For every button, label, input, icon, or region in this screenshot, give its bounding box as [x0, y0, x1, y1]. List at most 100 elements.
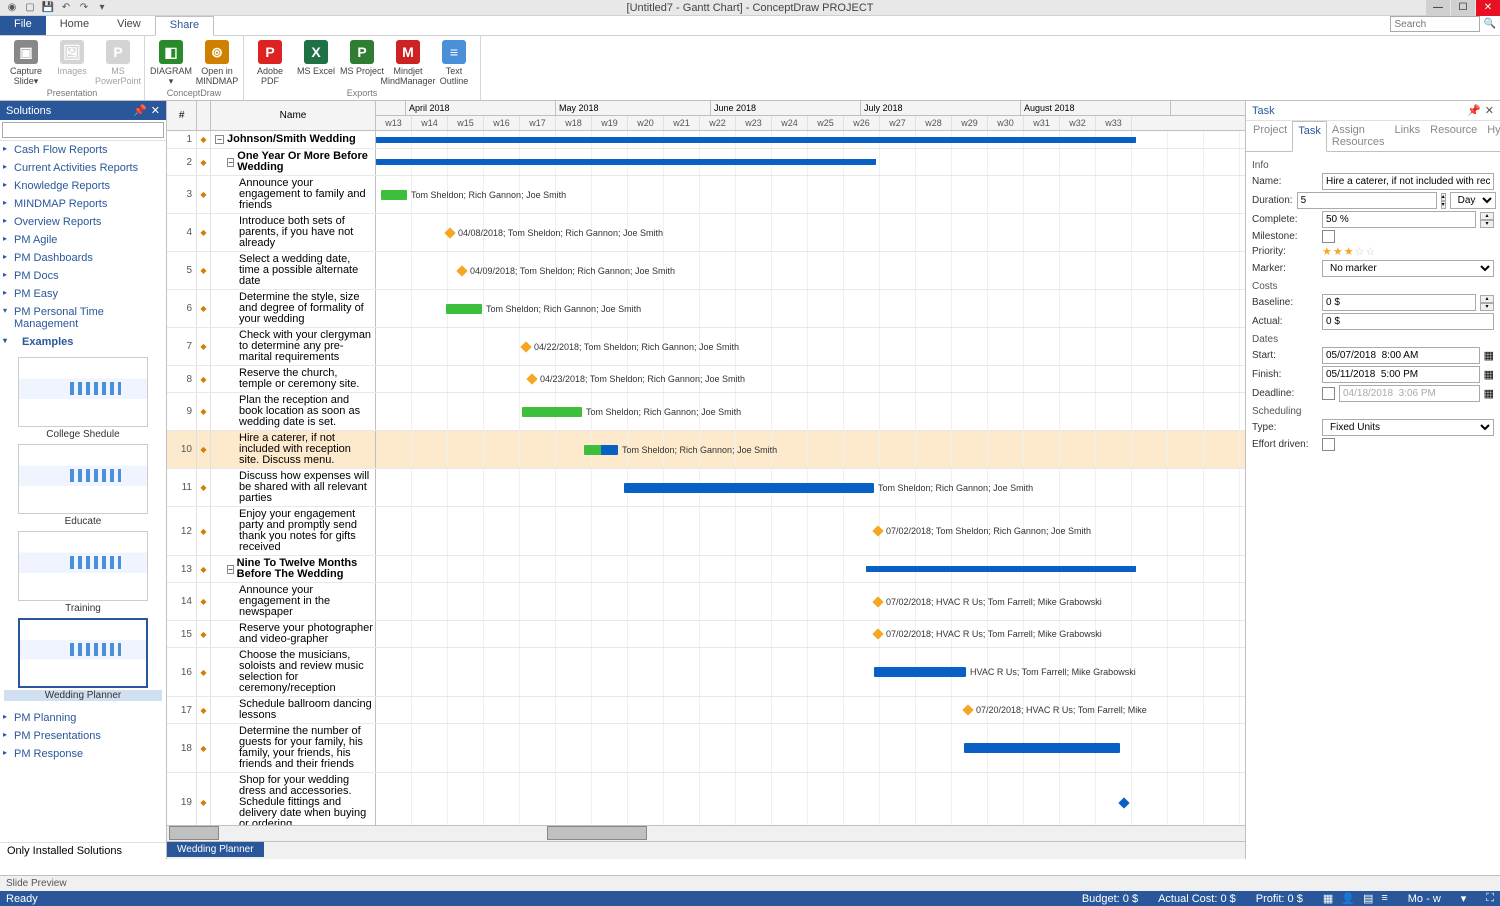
adobe-pdf-button[interactable]: PAdobe PDF: [248, 38, 292, 88]
solution-item[interactable]: Knowledge Reports: [0, 177, 166, 195]
solution-item[interactable]: Current Activities Reports: [0, 159, 166, 177]
duration-unit-select[interactable]: Days: [1450, 192, 1496, 209]
example-thumb[interactable]: [18, 531, 148, 601]
tab-share[interactable]: Share: [155, 16, 214, 36]
gantt-row[interactable]: 17◆Schedule ballroom dancing lessons07/2…: [167, 697, 1245, 724]
milestone-icon[interactable]: [444, 227, 455, 238]
gantt-chart-cell[interactable]: [376, 556, 1245, 582]
gantt-row[interactable]: 8◆Reserve the church, temple or ceremony…: [167, 366, 1245, 393]
solution-examples[interactable]: Examples: [0, 333, 166, 351]
maximize-button[interactable]: ☐: [1451, 0, 1475, 16]
gantt-chart-cell[interactable]: Tom Sheldon; Rich Gannon; Joe Smith: [376, 290, 1245, 327]
task-bar[interactable]: [381, 190, 407, 200]
expand-icon[interactable]: −: [227, 158, 234, 167]
undo-icon[interactable]: ↶: [60, 2, 72, 14]
calendar-icon[interactable]: ▦: [1484, 368, 1494, 381]
summary-bar[interactable]: [866, 566, 1136, 572]
task-tab[interactable]: Links: [1389, 121, 1425, 151]
gantt-chart-cell[interactable]: [376, 773, 1245, 825]
left-scroll-thumb[interactable]: [169, 826, 219, 840]
gantt-row[interactable]: 7◆Check with your clergyman to determine…: [167, 328, 1245, 366]
ms-excel-button[interactable]: XMS Excel: [294, 38, 338, 88]
gantt-row[interactable]: 14◆Announce your engagement in the newsp…: [167, 583, 1245, 621]
solutions-search-input[interactable]: [2, 122, 164, 138]
images-button[interactable]: 🖼Images: [50, 38, 94, 88]
gantt-row[interactable]: 19◆Shop for your wedding dress and acces…: [167, 773, 1245, 825]
task-tab[interactable]: Resource: [1425, 121, 1482, 151]
gantt-chart-cell[interactable]: 07/02/2018; HVAC R Us; Tom Farrell; Mike…: [376, 583, 1245, 620]
search-icon[interactable]: 🔍: [1484, 19, 1496, 30]
gantt-chart-cell[interactable]: [376, 724, 1245, 772]
gantt-row[interactable]: 18◆Determine the number of guests for yo…: [167, 724, 1245, 773]
gantt-row[interactable]: 6◆Determine the style, size and degree o…: [167, 290, 1245, 328]
search-input[interactable]: [1390, 16, 1480, 32]
gantt-chart-cell[interactable]: Tom Sheldon; Rich Gannon; Joe Smith: [376, 176, 1245, 213]
complete-input[interactable]: [1322, 211, 1476, 228]
close-panel-icon[interactable]: ✕: [1485, 104, 1494, 117]
gantt-chart-cell[interactable]: [376, 131, 1245, 148]
text-outline-button[interactable]: ≡Text Outline: [432, 38, 476, 88]
marker-select[interactable]: No marker: [1322, 260, 1494, 277]
gantt-row[interactable]: 4◆Introduce both sets of parents, if you…: [167, 214, 1245, 252]
milestone-icon[interactable]: [872, 525, 883, 536]
pin-icon[interactable]: 📌: [133, 104, 147, 117]
gantt-row[interactable]: 5◆Select a wedding date, time a possible…: [167, 252, 1245, 290]
effort-checkbox[interactable]: [1322, 438, 1335, 451]
gantt-row[interactable]: 11◆Discuss how expenses will be shared w…: [167, 469, 1245, 507]
task-tab[interactable]: Assign Resources: [1327, 121, 1390, 151]
task-name-input[interactable]: [1322, 173, 1494, 190]
ms-project-button[interactable]: PMS Project: [340, 38, 384, 88]
gantt-chart-cell[interactable]: Tom Sheldon; Rich Gannon; Joe Smith: [376, 431, 1245, 468]
ms-powerpoint-button[interactable]: PMS PowerPoint: [96, 38, 140, 88]
gantt-body[interactable]: 1◆−Johnson/Smith Wedding2◆−One Year Or M…: [167, 131, 1245, 825]
task-bar[interactable]: [964, 743, 1120, 753]
solution-item[interactable]: MINDMAP Reports: [0, 195, 166, 213]
view-icon[interactable]: 👤: [1341, 892, 1355, 905]
minimize-button[interactable]: —: [1426, 0, 1450, 16]
close-button[interactable]: ✕: [1476, 0, 1500, 16]
solution-item[interactable]: PM Docs: [0, 267, 166, 285]
diagram-button[interactable]: ◧DIAGRAM ▾: [149, 38, 193, 88]
gantt-chart-cell[interactable]: Tom Sheldon; Rich Gannon; Joe Smith: [376, 469, 1245, 506]
task-tab[interactable]: Project: [1248, 121, 1292, 151]
solution-item[interactable]: Overview Reports: [0, 213, 166, 231]
gantt-row[interactable]: 3◆Announce your engagement to family and…: [167, 176, 1245, 214]
gantt-chart-cell[interactable]: HVAC R Us; Tom Farrell; Mike Grabowski: [376, 648, 1245, 696]
redo-icon[interactable]: ↷: [78, 2, 90, 14]
task-bar[interactable]: [624, 483, 874, 493]
expand-icon[interactable]: −: [227, 565, 234, 574]
example-thumb[interactable]: [18, 618, 148, 688]
task-bar[interactable]: [522, 407, 582, 417]
open-mindmap-button[interactable]: ⊚Open in MINDMAP: [195, 38, 239, 88]
baseline-input[interactable]: [1322, 294, 1476, 311]
gantt-row[interactable]: 1◆−Johnson/Smith Wedding: [167, 131, 1245, 149]
finish-input[interactable]: [1322, 366, 1480, 383]
tab-file[interactable]: File: [0, 16, 46, 35]
solution-item[interactable]: PM Agile: [0, 231, 166, 249]
milestone-icon[interactable]: [520, 341, 531, 352]
gantt-chart-cell[interactable]: 04/09/2018; Tom Sheldon; Rich Gannon; Jo…: [376, 252, 1245, 289]
fullscreen-icon[interactable]: ⛶: [1486, 892, 1494, 905]
new-icon[interactable]: ▢: [24, 2, 36, 14]
worksheet-tab-wedding[interactable]: Wedding Planner: [167, 842, 264, 857]
solution-item[interactable]: PM Dashboards: [0, 249, 166, 267]
gantt-row[interactable]: 15◆Reserve your photographer and video-g…: [167, 621, 1245, 648]
priority-stars[interactable]: ★★★☆☆: [1322, 245, 1376, 258]
solution-item[interactable]: PM Easy: [0, 285, 166, 303]
task-bar[interactable]: [874, 667, 966, 677]
gantt-row[interactable]: 2◆−One Year Or More Before Wedding: [167, 149, 1245, 176]
pin-icon[interactable]: 📌: [1467, 104, 1481, 117]
calendar-icon[interactable]: ▦: [1484, 349, 1494, 362]
milestone-icon[interactable]: [526, 373, 537, 384]
only-installed-row[interactable]: Only Installed Solutions: [0, 842, 166, 859]
solution-item[interactable]: PM Planning: [0, 709, 166, 727]
deadline-checkbox[interactable]: [1322, 387, 1335, 400]
summary-bar[interactable]: [376, 159, 876, 165]
example-thumb[interactable]: [18, 444, 148, 514]
solution-item[interactable]: PM Response: [0, 745, 166, 763]
solution-item[interactable]: PM Presentations: [0, 727, 166, 745]
gantt-hscroll[interactable]: [167, 825, 1245, 841]
gantt-row[interactable]: 12◆Enjoy your engagement party and promp…: [167, 507, 1245, 556]
gantt-chart-cell[interactable]: 07/02/2018; Tom Sheldon; Rich Gannon; Jo…: [376, 507, 1245, 555]
type-select[interactable]: Fixed Units: [1322, 419, 1494, 436]
